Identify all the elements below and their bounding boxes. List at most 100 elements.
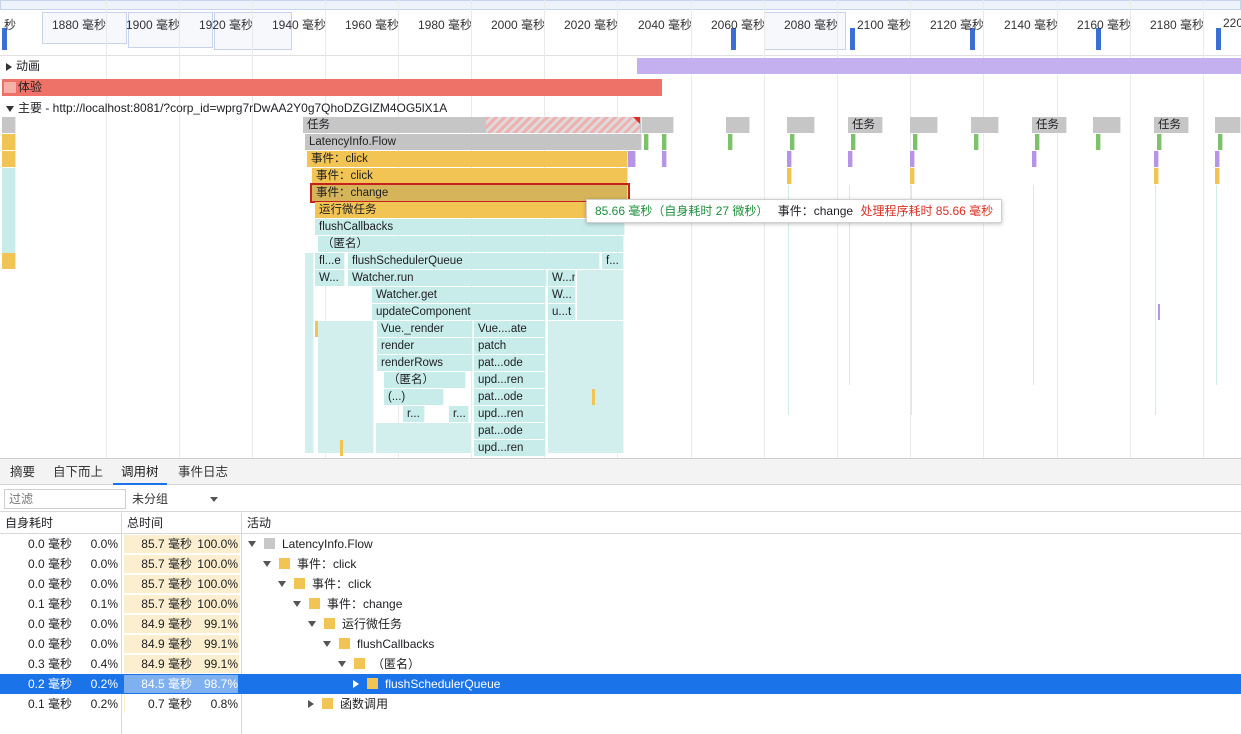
flame-call[interactable]: f... <box>602 253 624 269</box>
track-experience[interactable]: 体验 <box>0 79 1241 96</box>
flame-latency[interactable]: LatencyInfo.Flow <box>305 134 642 150</box>
flame-render-rows[interactable]: renderRows <box>377 355 473 371</box>
flame-update-children[interactable]: upd...ren <box>474 372 546 388</box>
flame-purple-block[interactable] <box>848 151 853 167</box>
flame-call-column[interactable] <box>376 423 472 453</box>
flame-purple-block[interactable] <box>1032 151 1037 167</box>
timeline-overview[interactable]: 秒 1880 毫秒 1900 毫秒 1920 毫秒 1940 毫秒 1960 毫… <box>0 0 1241 56</box>
flame-watcher-get[interactable]: Watcher.get <box>372 287 546 303</box>
flame-call-column[interactable] <box>318 321 374 453</box>
flame-green-block[interactable] <box>644 134 649 150</box>
flame-small-event[interactable] <box>1215 168 1220 184</box>
table-row[interactable]: 0.0 毫秒 0.0% 84.9 毫秒 99.1% 运行微任务 <box>0 614 1241 634</box>
flame-small-event[interactable] <box>910 168 915 184</box>
flame-chart[interactable]: 任务 LatencyInfo.Flow 事件：click 事件：click 事件… <box>0 117 1241 457</box>
column-self-time[interactable]: 自身耗时 <box>0 513 53 533</box>
flame-event-stub[interactable] <box>2 134 16 150</box>
table-row[interactable]: 0.0 毫秒 0.0% 85.7 毫秒 100.0% LatencyInfo.Flow <box>0 534 1241 554</box>
flame-event-click[interactable]: 事件：click <box>312 168 628 184</box>
flame-green-block[interactable] <box>851 134 856 150</box>
flame-purple-block[interactable] <box>662 151 667 167</box>
flame-purple-block[interactable] <box>1215 151 1220 167</box>
flame-purple-block[interactable] <box>910 151 915 167</box>
flame-update-children[interactable]: upd...ren <box>474 406 546 422</box>
filter-input[interactable] <box>4 489 126 509</box>
track-animation[interactable]: 动画 <box>0 57 1241 75</box>
expand-down-icon[interactable] <box>248 540 256 547</box>
table-row[interactable]: 0.1 毫秒 0.1% 85.7 毫秒 100.0% 事件：change <box>0 594 1241 614</box>
table-row[interactable]: 0.0 毫秒 0.0% 84.9 毫秒 99.1% flushCallbacks <box>0 634 1241 654</box>
expand-icon[interactable] <box>6 62 12 71</box>
flame-task-labeled[interactable]: 任务 <box>848 117 883 133</box>
flame-vue-update[interactable]: Vue....ate <box>474 321 546 337</box>
flame-green-block[interactable] <box>974 134 979 150</box>
tab-call-tree[interactable]: 调用树 <box>113 459 167 485</box>
flame-task-labeled[interactable]: 任务 <box>1032 117 1067 133</box>
expand-right-icon[interactable] <box>353 679 359 688</box>
flame-anonymous[interactable]: （匿名） <box>384 372 466 388</box>
table-row[interactable]: 0.3 毫秒 0.4% 84.9 毫秒 99.1% （匿名） <box>0 654 1241 674</box>
expand-down-icon[interactable] <box>338 660 346 667</box>
tab-event-log[interactable]: 事件日志 <box>170 459 236 485</box>
table-row[interactable]: 0.1 毫秒 0.2% 0.7 毫秒 0.8% 函数调用 <box>0 694 1241 714</box>
flame-anonymous[interactable]: （匿名） <box>318 236 624 252</box>
flame-green-block[interactable] <box>913 134 918 150</box>
flame-green-block[interactable] <box>728 134 733 150</box>
flame-small-event[interactable] <box>592 389 595 405</box>
flame-task[interactable] <box>787 117 815 133</box>
flame-call[interactable]: (...) <box>384 389 444 405</box>
flame-small-event[interactable] <box>787 168 792 184</box>
flame-call[interactable]: r... <box>449 406 469 422</box>
layout-shift-bar[interactable] <box>2 79 662 96</box>
flame-purple-block[interactable] <box>628 151 636 167</box>
flame-green-block[interactable] <box>790 134 795 150</box>
flame-event-change-selected[interactable]: 事件：change <box>310 183 630 203</box>
tab-summary[interactable]: 摘要 <box>2 459 43 485</box>
flame-task[interactable] <box>726 117 750 133</box>
expand-down-icon[interactable] <box>278 580 286 587</box>
flame-render[interactable]: render <box>377 338 473 354</box>
table-row[interactable]: 0.2 毫秒 0.2% 84.5 毫秒 98.7% flushSchedulerQueu… <box>0 674 1241 694</box>
flame-call-column[interactable] <box>548 321 624 453</box>
flame-call[interactable]: W...n <box>548 270 576 286</box>
flame-small-event[interactable] <box>1154 168 1159 184</box>
flame-purple-block[interactable] <box>1154 151 1159 167</box>
expand-right-icon[interactable] <box>308 699 314 708</box>
flame-green-block[interactable] <box>1035 134 1040 150</box>
flame-small-event[interactable] <box>340 440 343 456</box>
flame-microtask[interactable]: 运行微任务 <box>315 202 628 218</box>
flame-patch[interactable]: patch <box>474 338 546 354</box>
flame-vue-render[interactable]: Vue._render <box>377 321 473 337</box>
expand-down-icon[interactable] <box>293 600 301 607</box>
flame-call[interactable]: fl...e <box>315 253 345 269</box>
flame-green-block[interactable] <box>1157 134 1162 150</box>
expand-down-icon[interactable] <box>308 620 316 627</box>
expand-down-icon[interactable] <box>263 560 271 567</box>
flame-call-column[interactable] <box>577 270 624 320</box>
flame-task[interactable] <box>971 117 999 133</box>
flame-task[interactable] <box>1215 117 1241 133</box>
flame-purple-block[interactable] <box>1158 304 1160 320</box>
table-row[interactable]: 0.0 毫秒 0.0% 85.7 毫秒 100.0% 事件：click <box>0 574 1241 594</box>
flame-update-children[interactable]: upd...ren <box>474 440 546 456</box>
flame-event-stub[interactable] <box>2 253 16 269</box>
flame-task[interactable] <box>1093 117 1121 133</box>
flame-task-stub[interactable] <box>2 117 16 133</box>
flame-task[interactable] <box>642 117 674 133</box>
flame-patch-vnode[interactable]: pat...ode <box>474 355 546 371</box>
flame-task-labeled[interactable]: 任务 <box>1154 117 1189 133</box>
flame-call-stub[interactable] <box>2 168 16 253</box>
expand-down-icon[interactable] <box>323 640 331 647</box>
column-total-time[interactable]: 总时间 <box>122 513 163 533</box>
flame-update-component[interactable]: updateComponent <box>372 304 546 320</box>
collapse-icon[interactable] <box>6 105 14 112</box>
flame-call-column[interactable] <box>305 253 314 453</box>
flame-call[interactable]: W... <box>548 287 576 303</box>
flame-task[interactable] <box>910 117 938 133</box>
flame-patch-vnode[interactable]: pat...ode <box>474 423 546 439</box>
tab-bottom-up[interactable]: 自下而上 <box>45 459 111 485</box>
flame-call[interactable]: r... <box>403 406 425 422</box>
animation-bar[interactable] <box>637 58 1241 74</box>
flame-flush-scheduler-queue[interactable]: flushSchedulerQueue <box>348 253 600 269</box>
flame-green-block[interactable] <box>1096 134 1101 150</box>
